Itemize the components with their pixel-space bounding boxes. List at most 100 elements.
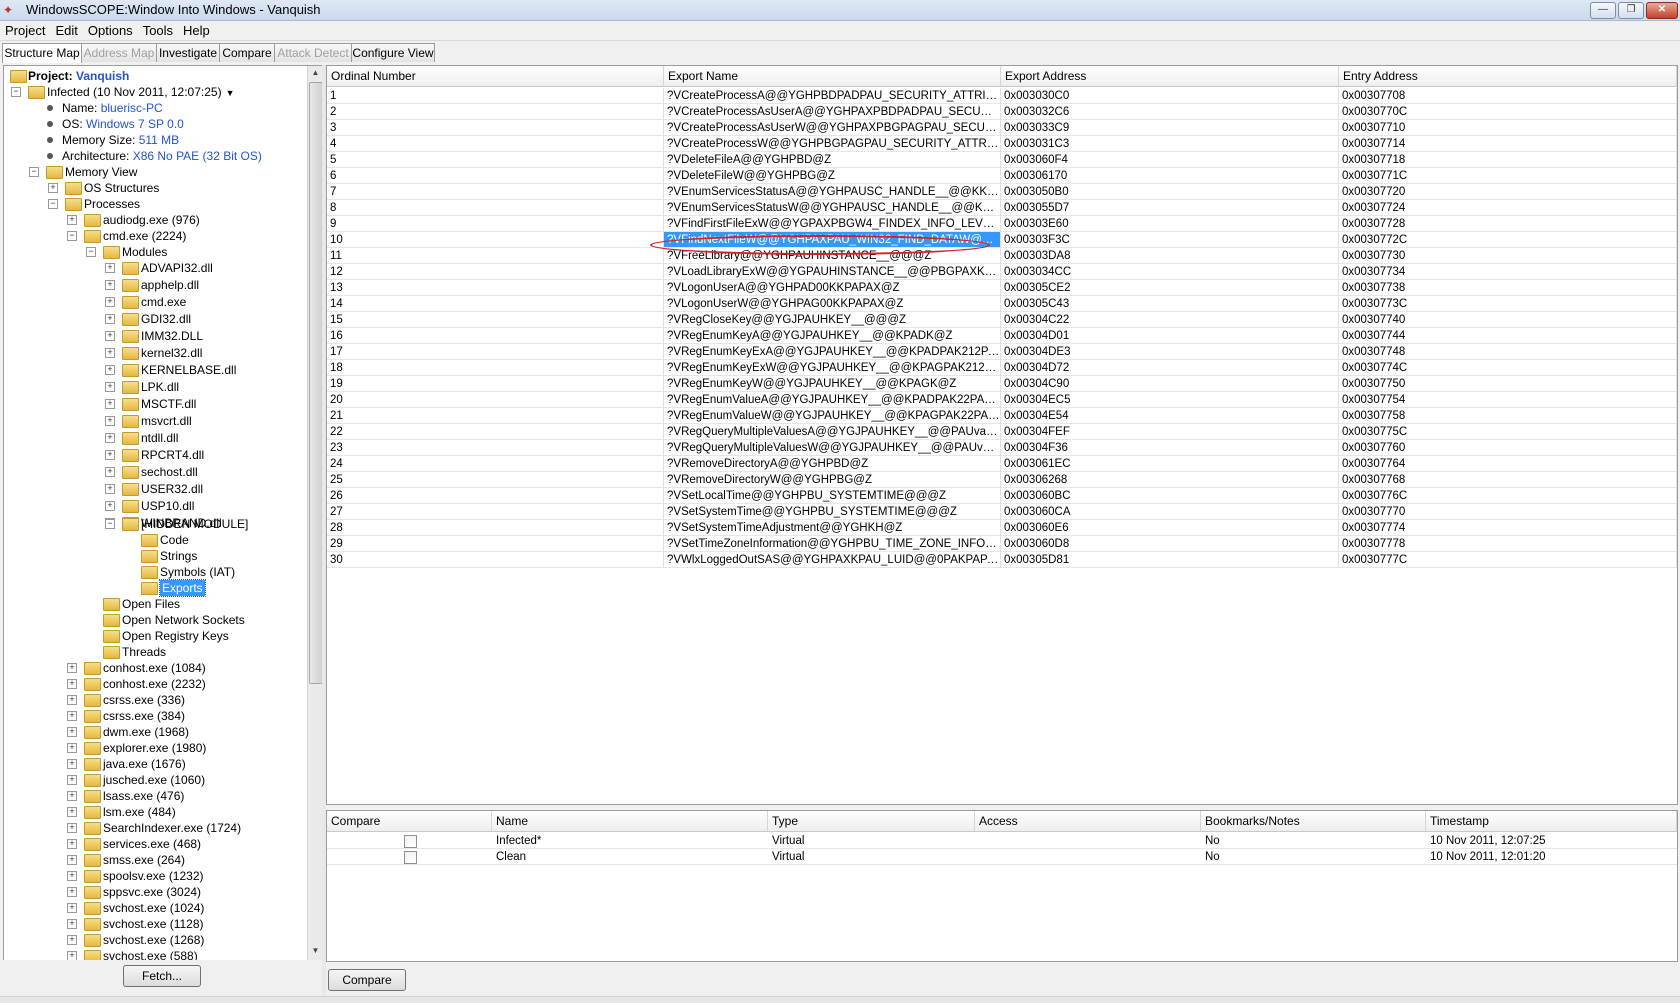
expand-icon[interactable]: + xyxy=(67,919,77,929)
table-row[interactable]: 17 ?VRegEnumKeyExA@@YGJPAUHKEY__@@KPADPAK… xyxy=(327,344,1677,360)
expand-icon[interactable]: + xyxy=(105,450,115,460)
tree-node-project[interactable]: Project: Vanquish xyxy=(4,68,304,84)
expand-icon[interactable]: + xyxy=(67,711,77,721)
table-row[interactable]: 21 ?VRegEnumValueW@@YGJPAUHKEY__@@KPAGPAK… xyxy=(327,408,1677,424)
table-row[interactable]: 12 ?VLoadLibraryExW@@YGPAUHINSTANCE__@@PB… xyxy=(327,264,1677,280)
minimize-button[interactable]: — xyxy=(1590,2,1616,19)
table-row[interactable]: 3 ?VCreateProcessAsUserW@@YGHPAXPBGPAGPAU… xyxy=(327,120,1677,136)
tree-node-process[interactable]: + svchost.exe (1268) xyxy=(4,932,304,948)
tree-node-module[interactable]: + cmd.exe xyxy=(4,294,304,310)
column-ordinal-number[interactable]: Ordinal Number xyxy=(327,66,664,86)
tree-node-process[interactable]: + sppsvc.exe (3024) xyxy=(4,884,304,900)
table-row[interactable]: 10 ?VFindNextFileW@@YGHPAXPAU_WIN32_FIND_… xyxy=(327,232,1677,248)
tree-node-process[interactable]: + SearchIndexer.exe (1724) xyxy=(4,820,304,836)
tree-node-process[interactable]: + dwm.exe (1968) xyxy=(4,724,304,740)
table-row[interactable]: 20 ?VRegEnumValueA@@YGJPAUHKEY__@@KPADPAK… xyxy=(327,392,1677,408)
tree-node-process[interactable]: + lsm.exe (484) xyxy=(4,804,304,820)
tree-node-module[interactable]: + apphelp.dll xyxy=(4,277,304,293)
table-row[interactable]: 9 ?VFindFirstFileExW@@YGPAXPBGW4_FINDEX_I… xyxy=(327,216,1677,232)
tree-node-snapshot[interactable]: − Infected (10 Nov 2011, 12:07:25) ▼ xyxy=(4,84,304,100)
table-row[interactable]: 8 ?VEnumServicesStatusW@@YGHPAUSC_HANDLE_… xyxy=(327,200,1677,216)
expand-icon[interactable]: + xyxy=(67,679,77,689)
fetch-button[interactable]: Fetch... xyxy=(123,965,201,987)
expand-icon[interactable]: + xyxy=(105,314,115,324)
menu-project[interactable]: Project xyxy=(0,21,50,40)
tree-node-process[interactable]: + conhost.exe (2232) xyxy=(4,676,304,692)
compare-checkbox[interactable] xyxy=(404,851,417,864)
expand-icon[interactable]: + xyxy=(105,331,115,341)
table-row[interactable]: 26 ?VSetLocalTime@@YGHPBU_SYSTEMTIME@@@Z 0… xyxy=(327,488,1677,504)
table-row[interactable]: 4 ?VCreateProcessW@@YGHPBGPAGPAU_SECURITY… xyxy=(327,136,1677,152)
column-bookmarks-notes[interactable]: Bookmarks/Notes xyxy=(1201,811,1426,831)
tree-node-process[interactable]: + explorer.exe (1980) xyxy=(4,740,304,756)
menu-options[interactable]: Options xyxy=(83,21,138,40)
tree-node-process[interactable]: + smss.exe (264) xyxy=(4,852,304,868)
tree-node-module[interactable]: + USP10.dll xyxy=(4,498,304,514)
expand-icon[interactable]: + xyxy=(105,433,115,443)
expand-icon[interactable]: + xyxy=(48,183,58,193)
tree-node-memory-view[interactable]: − Memory View xyxy=(4,164,304,180)
tree-node-open-registry-keys[interactable]: Open Registry Keys xyxy=(4,628,304,644)
expand-icon[interactable]: + xyxy=(67,743,77,753)
tree-node-symbols-iat[interactable]: Symbols (IAT) xyxy=(4,564,304,580)
tab-configure-view[interactable]: Configure View xyxy=(351,43,435,62)
expand-icon[interactable]: + xyxy=(105,484,115,494)
menu-tools[interactable]: Tools xyxy=(138,21,178,40)
column-timestamp[interactable]: Timestamp xyxy=(1426,811,1677,831)
column-entry-address[interactable]: Entry Address xyxy=(1339,66,1677,86)
tree-node-audiodg[interactable]: + audiodg.exe (976) xyxy=(4,212,304,228)
tree-node-module[interactable]: + MSCTF.dll xyxy=(4,396,304,412)
expand-icon[interactable]: + xyxy=(67,887,77,897)
expand-icon[interactable]: + xyxy=(67,807,77,817)
column-name[interactable]: Name xyxy=(492,811,768,831)
tab-investigate[interactable]: Investigate xyxy=(156,43,220,62)
expand-icon[interactable]: + xyxy=(105,416,115,426)
menu-edit[interactable]: Edit xyxy=(50,21,82,40)
tree-node-os-structures[interactable]: + OS Structures xyxy=(4,180,304,196)
expand-icon[interactable]: + xyxy=(105,382,115,392)
expand-icon[interactable]: + xyxy=(67,871,77,881)
tree-node-module[interactable]: + ntdll.dll xyxy=(4,430,304,446)
tree-node-process[interactable]: + spoolsv.exe (1232) xyxy=(4,868,304,884)
expand-icon[interactable]: + xyxy=(105,365,115,375)
collapse-icon[interactable]: − xyxy=(105,519,115,529)
table-row[interactable]: 2 ?VCreateProcessAsUserA@@YGHPAXPBDPADPAU… xyxy=(327,104,1677,120)
expand-icon[interactable]: + xyxy=(105,263,115,273)
tree-node-module[interactable]: + kernel32.dll xyxy=(4,345,304,361)
tree-node-cmd[interactable]: − cmd.exe (2224) xyxy=(4,228,304,244)
tab-compare[interactable]: Compare xyxy=(219,43,275,62)
expand-icon[interactable]: + xyxy=(105,399,115,409)
dropdown-arrow-icon[interactable]: ▼ xyxy=(226,88,235,98)
tree-node-process[interactable]: + services.exe (468) xyxy=(4,836,304,852)
tree-node-module[interactable]: + LPK.dll xyxy=(4,379,304,395)
expand-icon[interactable]: + xyxy=(67,791,77,801)
snapshot-row[interactable]: Infected* Virtual No 10 Nov 2011, 12:07:25 xyxy=(327,833,1677,849)
expand-icon[interactable]: + xyxy=(67,759,77,769)
tree-node-module[interactable]: + sechost.dll xyxy=(4,464,304,480)
tree-node-modules[interactable]: − Modules xyxy=(4,244,304,260)
tree-node-hidden-module[interactable]: − [HIDDEN MODULE] xyxy=(4,516,304,532)
table-row[interactable]: 29 ?VSetTimeZoneInformation@@YGHPBU_TIME_… xyxy=(327,536,1677,552)
tree-node-process[interactable]: + java.exe (1676) xyxy=(4,756,304,772)
tree-node-module[interactable]: + ADVAPI32.dll xyxy=(4,260,304,276)
tree-node-open-files[interactable]: Open Files xyxy=(4,596,304,612)
column-export-address[interactable]: Export Address xyxy=(1001,66,1339,86)
table-row[interactable]: 6 ?VDeleteFileW@@YGHPBG@Z 0x00306170 0x0030… xyxy=(327,168,1677,184)
tree-node-process[interactable]: + svchost.exe (588) xyxy=(4,948,304,960)
compare-checkbox[interactable] xyxy=(404,835,417,848)
table-row[interactable]: 22 ?VRegQueryMultipleValuesA@@YGJPAUHKEY_… xyxy=(327,424,1677,440)
tree-node-process[interactable]: + lsass.exe (476) xyxy=(4,788,304,804)
menu-help[interactable]: Help xyxy=(178,21,215,40)
table-row[interactable]: 24 ?VRemoveDirectoryA@@YGHPBD@Z 0x003061EC… xyxy=(327,456,1677,472)
tree-node-module[interactable]: + USER32.dll xyxy=(4,481,304,497)
tree-node-threads[interactable]: Threads xyxy=(4,644,304,660)
tree-node-processes[interactable]: − Processes xyxy=(4,196,304,212)
tree-node-process[interactable]: + svchost.exe (1128) xyxy=(4,916,304,932)
collapse-icon[interactable]: − xyxy=(86,247,96,257)
table-row[interactable]: 28 ?VSetSystemTimeAdjustment@@YGHKH@Z 0x00… xyxy=(327,520,1677,536)
expand-icon[interactable]: + xyxy=(67,823,77,833)
column-compare[interactable]: Compare xyxy=(327,811,492,831)
expand-icon[interactable]: + xyxy=(67,839,77,849)
collapse-icon[interactable]: − xyxy=(67,231,77,241)
collapse-icon[interactable]: − xyxy=(11,87,21,97)
